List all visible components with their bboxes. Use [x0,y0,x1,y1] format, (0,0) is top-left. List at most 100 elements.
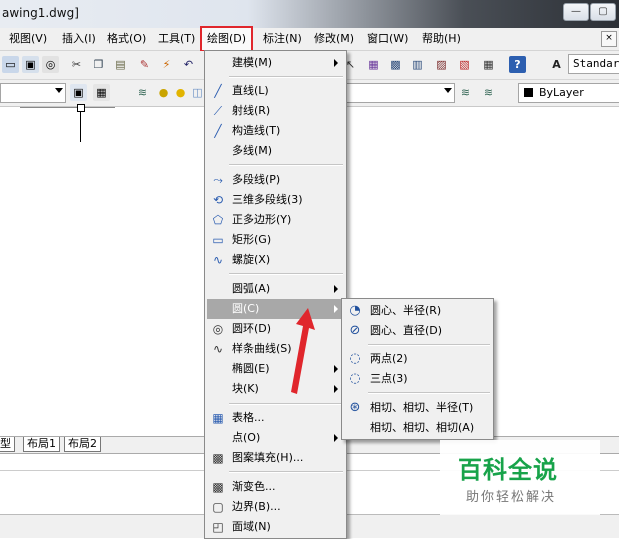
menu-item-point[interactable]: 点(O) [207,428,344,448]
menu-item-spline[interactable]: ∿ 样条曲线(S) [207,339,344,359]
menu-window[interactable]: 窗口(W) [367,31,408,47]
menu-item-label: 螺旋(X) [232,253,271,266]
menu-item-multiline[interactable]: 多线(M) [207,141,344,161]
tab-model[interactable]: 型 [0,437,15,452]
cut-icon[interactable]: ✂ [68,56,85,73]
center-diameter-icon: ⊘ [349,323,361,338]
menu-item-block[interactable]: 块(K) [207,379,344,399]
properties-icon[interactable]: ▦ [365,56,382,73]
chevron-down-icon [55,88,63,93]
menu-item-boundary[interactable]: ▢ 边界(B)... [207,497,344,517]
minimize-button[interactable]: — [563,3,589,21]
tab-layout2[interactable]: 布局2 [64,437,101,452]
menu-item-polyline[interactable]: ⤳ 多段线(P) [207,170,344,190]
menu-item-label: 多段线(P) [232,173,281,186]
submenu-item-two-point[interactable]: ◌ 两点(2) [344,349,491,369]
sheet-set-icon[interactable]: ▨ [433,56,450,73]
line-icon: ╱ [214,84,222,98]
menu-dimension[interactable]: 标注(N) [263,31,302,47]
block-editor-icon[interactable]: ⚡ [158,56,175,73]
tan-tan-radius-icon: ⊛ [349,400,361,415]
menu-item-hatch[interactable]: ▩ 图案填充(H)... [207,448,344,468]
cursor-pickbox [77,104,85,112]
text-style-combo[interactable]: Standar [568,54,619,74]
boundary-icon: ▢ [212,500,224,514]
menu-view[interactable]: 视图(V) [9,31,47,47]
menu-item-arc[interactable]: 圆弧(A) [207,279,344,299]
lightbulb-icon[interactable]: ● [155,84,172,101]
submenu-item-center-diameter[interactable]: ⊘ 圆心、直径(D) [344,321,491,341]
paste-icon[interactable]: ▤ [112,56,129,73]
submenu-item-three-point[interactable]: ◌ 三点(3) [344,369,491,389]
make-current-icon[interactable]: ≋ [457,84,474,101]
menu-item-donut[interactable]: ◎ 圆环(D) [207,319,344,339]
submenu-arrow-icon [334,434,338,442]
undo-icon[interactable]: ↶ [180,56,197,73]
menu-item-construction-line[interactable]: ╱ 构造线(T) [207,121,344,141]
menu-item-label: 圆环(D) [232,322,272,335]
two-point-icon: ◌ [349,351,361,366]
menu-item-label: 圆(C) [232,302,260,315]
workspace-combo[interactable] [0,83,66,103]
spline-icon: ∿ [212,342,224,356]
menu-item-label: 面域(N) [232,520,271,533]
publish-icon[interactable]: ◎ [42,56,59,73]
maximize-button[interactable]: ▢ [590,3,616,21]
calculator-icon[interactable]: ▦ [480,56,497,73]
gradient-icon: ▩ [212,480,224,494]
layer-manager-icon[interactable]: ≋ [134,84,151,101]
menu-item-helix[interactable]: ∿ 螺旋(X) [207,250,344,270]
menu-item-gradient[interactable]: ▩ 渐变色... [207,477,344,497]
menu-item-rectangle[interactable]: ▭ 矩形(G) [207,230,344,250]
menu-item-region[interactable]: ◰ 面域(N) [207,517,344,537]
menu-help[interactable]: 帮助(H) [422,31,461,47]
workspace-settings-icon[interactable]: ▣ [70,84,87,101]
region-icon: ◰ [212,520,224,534]
design-center-icon[interactable]: ▩ [387,56,404,73]
menu-item-label: 块(K) [232,382,259,395]
layer-combo[interactable] [345,83,455,103]
menu-item-polygon[interactable]: ⬠ 正多边形(Y) [207,210,344,230]
menu-modify[interactable]: 修改(M) [314,31,354,47]
menu-separator [229,76,343,78]
submenu-item-center-radius[interactable]: ◔ 圆心、半径(R) [344,301,491,321]
menu-item-modeling[interactable]: 建模(M) [207,53,344,73]
menu-tools[interactable]: 工具(T) [158,31,195,47]
save-icon[interactable]: ▣ [22,56,39,73]
sun-icon[interactable]: ● [172,84,189,101]
menu-item-label: 边界(B)... [232,500,281,513]
title-bar: awing1.dwg] — ▢ [0,0,619,28]
menu-item-3d-polyline[interactable]: ⟲ 三维多段线(3) [207,190,344,210]
menu-draw[interactable]: 绘图(D) [200,26,254,52]
match-properties-icon[interactable]: ✎ [136,56,153,73]
mdi-close-button[interactable]: × [601,31,617,47]
submenu-item-tan-tan-tan[interactable]: 相切、相切、相切(A) [344,418,491,438]
submenu-item-label: 圆心、直径(D) [370,324,443,337]
menu-separator [229,471,343,473]
help-icon[interactable]: ? [509,56,526,73]
menu-item-label: 构造线(T) [232,124,281,137]
menu-item-ray[interactable]: ⟋ 射线(R) [207,101,344,121]
3d-polyline-icon: ⟲ [212,193,224,207]
menu-item-table[interactable]: ▦ 表格... [207,408,344,428]
open-icon[interactable]: ▭ [2,56,19,73]
three-point-icon: ◌ [349,371,361,386]
submenu-item-label: 相切、相切、相切(A) [370,421,475,434]
menu-item-circle[interactable]: 圆(C) [207,299,344,319]
helix-icon: ∿ [212,253,224,267]
tool-palettes-icon[interactable]: ▥ [409,56,426,73]
tab-layout1[interactable]: 布局1 [23,437,60,452]
menu-item-line[interactable]: ╱ 直线(L) [207,81,344,101]
hatch-icon: ▩ [212,451,224,465]
menu-item-ellipse[interactable]: 椭圆(E) [207,359,344,379]
layer-previous-icon[interactable]: ≋ [480,84,497,101]
markup-icon[interactable]: ▧ [456,56,473,73]
submenu-item-tan-tan-radius[interactable]: ⊛ 相切、相切、半径(T) [344,398,491,418]
submenu-arrow-icon [334,365,338,373]
copy-icon[interactable]: ❐ [90,56,107,73]
menu-format[interactable]: 格式(O) [107,31,146,47]
menu-insert[interactable]: 插入(I) [62,31,96,47]
donut-icon: ◎ [212,322,224,336]
toolbar-settings-icon[interactable]: ▦ [93,84,110,101]
color-combo[interactable]: ByLayer [518,83,619,103]
